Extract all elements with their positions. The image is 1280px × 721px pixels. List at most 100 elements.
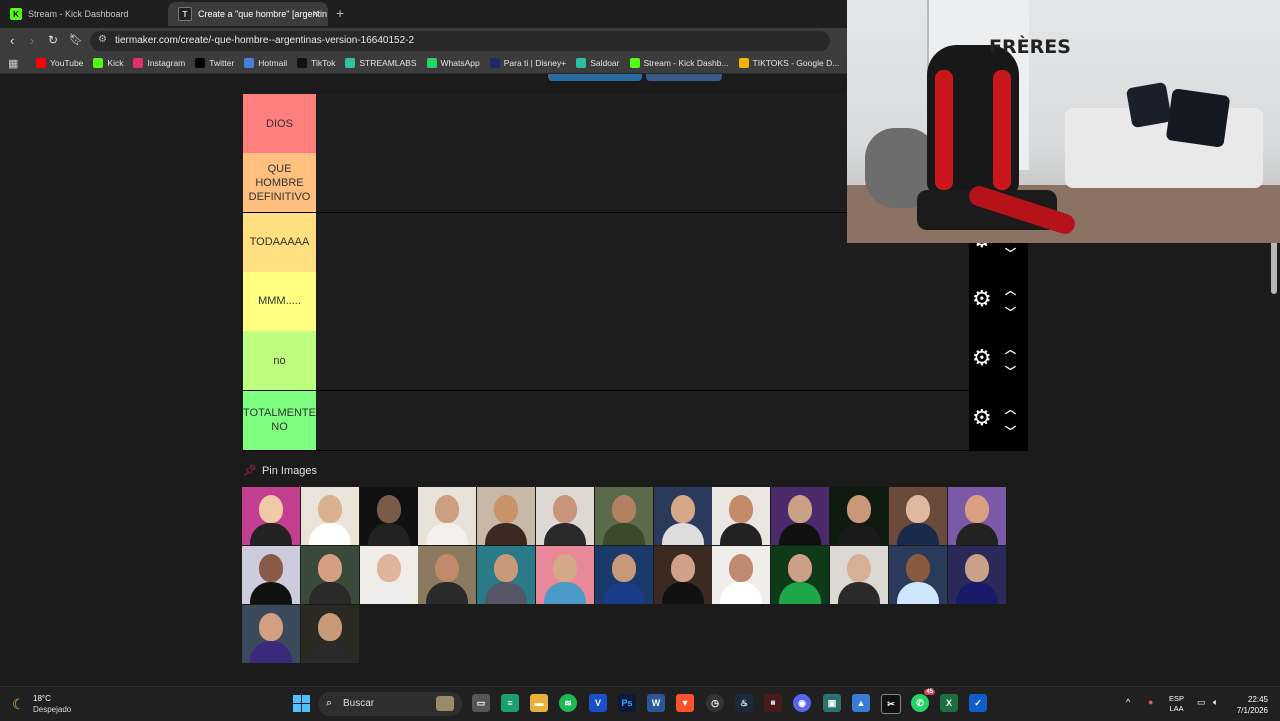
pin-images-toggle[interactable]: 📌︎ Pin Images (243, 464, 317, 478)
tier-image-thumbnail[interactable] (418, 546, 477, 604)
tray-chevron-icon[interactable]: ^ (1126, 697, 1130, 707)
top-button-2[interactable] (646, 74, 722, 81)
tier-image-thumbnail[interactable] (830, 487, 888, 545)
reload-icon[interactable]: ↻ (48, 33, 58, 47)
spotify-icon[interactable]: ≋ (559, 694, 577, 712)
gear-icon[interactable]: ⚙ (972, 287, 992, 310)
bookmark-item[interactable]: TikTok (297, 55, 335, 71)
tier-label[interactable]: TODAAAAA (243, 212, 316, 272)
tier-drop-area[interactable] (317, 271, 969, 331)
tier-image-thumbnail[interactable] (653, 546, 712, 604)
notepad-icon[interactable]: ≡ (501, 694, 519, 712)
forward-icon[interactable]: › (30, 33, 34, 48)
close-tab-icon[interactable]: ✕ (312, 9, 320, 20)
moon-weather-icon[interactable]: ☾ (12, 696, 25, 713)
tab-tiermaker[interactable]: T Create a "que hombre" [argentin ✕ (168, 2, 328, 26)
tier-image-thumbnail[interactable] (242, 487, 300, 545)
move-down-icon[interactable]: ﹀ (1005, 423, 1016, 439)
vegas-icon[interactable]: V (589, 694, 607, 712)
gear-icon[interactable]: ⚙ (972, 347, 992, 369)
tier-image-thumbnail[interactable] (359, 546, 418, 604)
tier-image-thumbnail[interactable] (300, 546, 359, 604)
capcut-icon[interactable]: ✂ (881, 694, 901, 714)
task-view-icon[interactable]: ▭ (472, 694, 490, 712)
move-up-icon[interactable]: ︿ (1005, 401, 1016, 417)
weather-condition[interactable]: Despejado (33, 705, 71, 714)
microphone-icon[interactable]: ● (1148, 697, 1153, 707)
tier-label[interactable]: TOTALMENTE NO (243, 390, 316, 450)
tier-image-thumbnail[interactable] (947, 546, 1006, 604)
bookmark-icon[interactable]: 🔖︎ (69, 33, 83, 46)
top-button-1[interactable] (548, 74, 642, 81)
tier-label[interactable]: DIOS (243, 94, 316, 153)
whatsapp-taskbar-icon[interactable]: ✆ 45 (911, 689, 935, 712)
bookmark-item[interactable]: Hotmail (244, 55, 287, 71)
tier-image-thumbnail[interactable] (477, 487, 536, 545)
site-info-icon[interactable]: ⚙︎ (98, 34, 107, 45)
tier-image-thumbnail[interactable] (477, 546, 536, 604)
bookmark-item[interactable]: Stream - Kick Dashb... (629, 55, 729, 71)
file-explorer-icon[interactable]: ▬ (530, 694, 548, 712)
windows-start-icon[interactable] (293, 695, 310, 712)
discord-icon[interactable]: ◉ (793, 694, 811, 712)
steam-icon[interactable]: ♨ (735, 694, 753, 712)
tier-image-thumbnail[interactable] (300, 605, 359, 663)
move-down-icon[interactable]: ﹀ (1005, 363, 1016, 379)
apps-grid-icon[interactable]: ▦ (8, 57, 18, 70)
tier-label[interactable]: no (243, 331, 316, 391)
new-tab-icon[interactable]: + (336, 5, 344, 21)
tier-image-thumbnail[interactable] (242, 605, 300, 663)
system-clock[interactable]: 22:45 7/1/2026 (1232, 694, 1268, 716)
bookmark-item[interactable]: Saldoar (576, 55, 620, 71)
tier-image-thumbnail[interactable] (594, 487, 653, 545)
tier-image-thumbnail[interactable] (771, 487, 830, 545)
tier-image-thumbnail[interactable] (771, 546, 830, 604)
tab-kick-dashboard[interactable]: K Stream - Kick Dashboard (0, 2, 166, 26)
tier-image-thumbnail[interactable] (242, 546, 300, 604)
tier-label[interactable]: QUE HOMBRE DEFINITIVO (243, 153, 316, 213)
bookmark-item[interactable]: YouTube (36, 55, 83, 71)
tier-image-thumbnail[interactable] (536, 487, 594, 545)
tier-image-thumbnail[interactable] (300, 487, 359, 545)
tier-image-thumbnail[interactable] (359, 487, 418, 545)
network-icon[interactable]: ▭ (1197, 697, 1206, 708)
tier-image-thumbnail[interactable] (536, 546, 594, 604)
tier-label[interactable]: MMM..... (243, 271, 316, 331)
bookmark-item[interactable]: Instagram (133, 55, 185, 71)
tier-image-thumbnail[interactable] (653, 487, 712, 545)
excel-icon[interactable]: X (940, 694, 958, 712)
weather-temp[interactable]: 18°C (33, 694, 51, 703)
tier-image-thumbnail[interactable] (888, 546, 947, 604)
tier-drop-area[interactable] (317, 390, 969, 450)
language-indicator[interactable]: ESP LAA (1169, 694, 1184, 714)
taskbar-search[interactable]: ⌕ Buscar (318, 692, 462, 716)
move-down-icon[interactable]: ﹀ (1005, 304, 1016, 320)
tier-image-thumbnail[interactable] (594, 546, 653, 604)
brave-icon[interactable]: ▼ (676, 694, 694, 712)
check-app-icon[interactable]: ✓ (969, 694, 987, 712)
bookmark-item[interactable]: STREAMLABS (345, 55, 417, 71)
move-up-icon[interactable]: ︿ (1005, 282, 1016, 298)
address-bar[interactable]: ⚙︎ tiermaker.com/create/-que-hombre--arg… (90, 31, 830, 51)
word-icon[interactable]: W (647, 694, 665, 712)
volume-icon[interactable]: 🔈︎ (1213, 697, 1218, 708)
move-up-icon[interactable]: ︿ (1005, 341, 1016, 357)
move-down-icon[interactable]: ﹀ (1005, 245, 1016, 261)
tier-image-thumbnail[interactable] (418, 487, 477, 545)
photos-icon[interactable]: ▲ (852, 694, 870, 712)
bookmark-item[interactable]: Para ti | Disney+ (489, 55, 566, 71)
bookmark-item[interactable]: WhatsApp (426, 55, 480, 71)
tier-image-thumbnail[interactable] (947, 487, 1006, 545)
tier-drop-area[interactable] (317, 331, 969, 391)
app-icon[interactable]: ▣ (823, 694, 841, 712)
bookmark-item[interactable]: Twitter (195, 55, 234, 71)
obs-app-icon[interactable]: ▤ (764, 694, 782, 712)
back-icon[interactable]: ‹ (10, 33, 14, 48)
bookmark-item[interactable]: TIKTOKS - Google D... (738, 55, 839, 71)
photoshop-icon[interactable]: Ps (618, 694, 636, 712)
tier-image-thumbnail[interactable] (712, 546, 771, 604)
tier-image-thumbnail[interactable] (888, 487, 947, 545)
clock-app-icon[interactable]: ◷ (706, 694, 724, 712)
tier-image-thumbnail[interactable] (830, 546, 888, 604)
gear-icon[interactable]: ⚙ (972, 406, 992, 429)
